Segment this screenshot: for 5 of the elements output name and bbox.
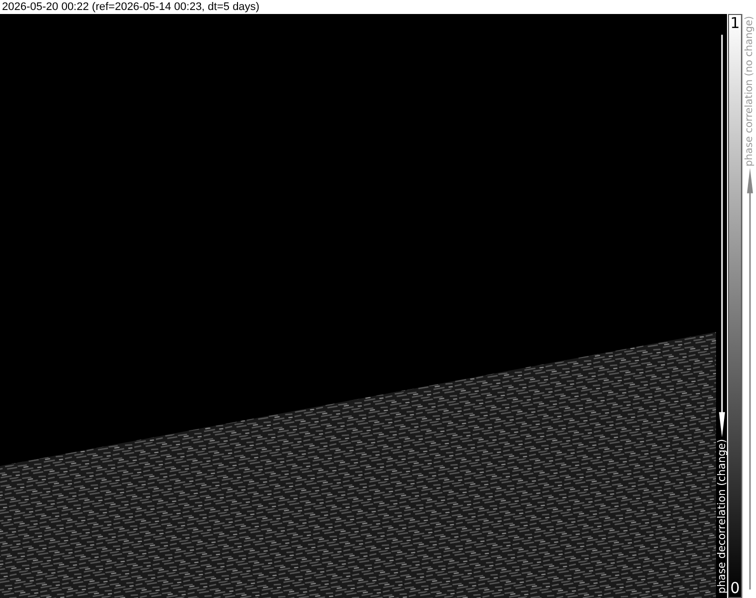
max-label: 1 (730, 15, 740, 32)
lower-caption: phase decorrelation (change) (716, 439, 728, 594)
min-label: 0 (730, 580, 740, 597)
upper-caption: phase correlation (no change) (744, 16, 756, 166)
image-timestamp: 2026-05-20 00:22 (ref=2026-05-14 00:23, dt=5 days) (1, 0, 260, 14)
